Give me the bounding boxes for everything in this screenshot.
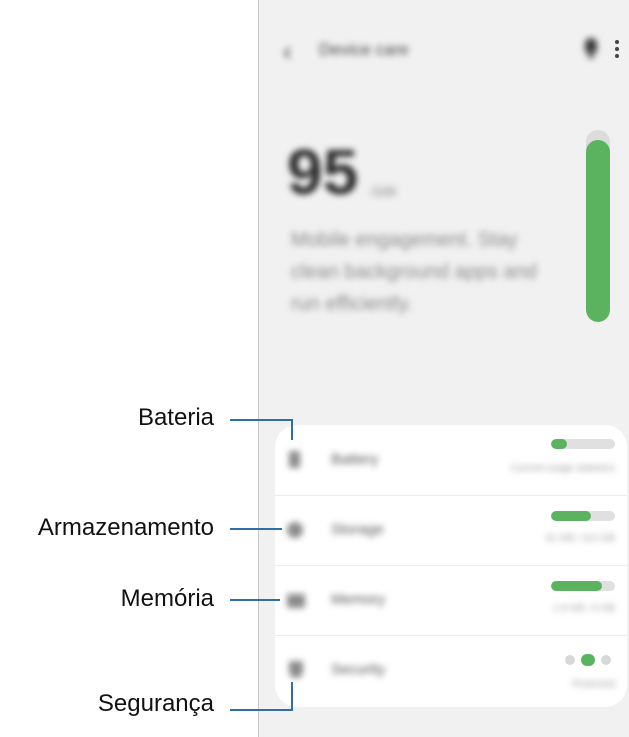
callout-lines bbox=[230, 419, 293, 711]
callout-battery: Bateria bbox=[137, 404, 214, 431]
callout-line-security bbox=[230, 682, 293, 711]
callout-line-battery bbox=[230, 419, 293, 440]
callout-security: Segurança bbox=[97, 690, 214, 717]
callout-memory: Memória bbox=[120, 585, 214, 612]
callout-storage: Armazenamento bbox=[37, 514, 214, 541]
